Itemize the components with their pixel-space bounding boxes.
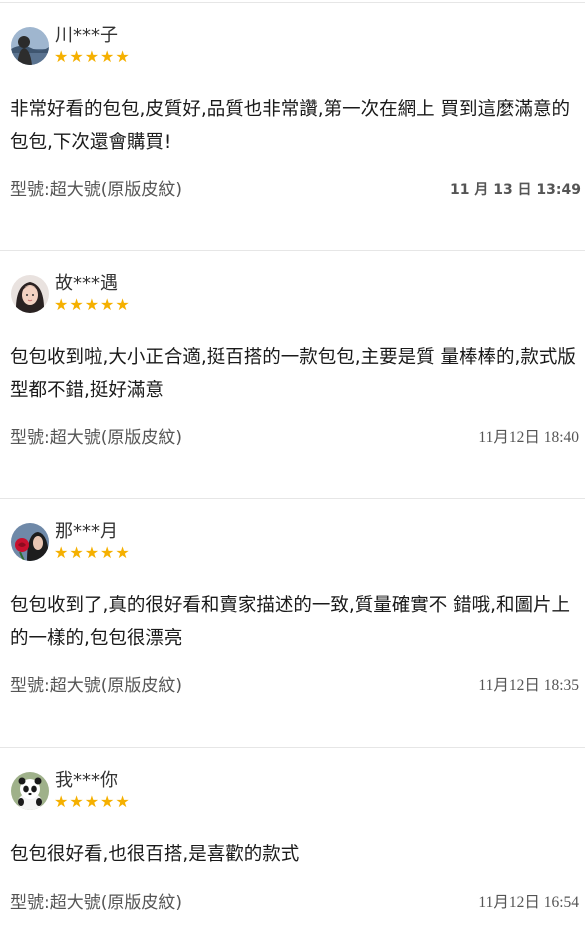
- review-list: 川***子 ★★★★★ 非常好看的包包,皮質好,品質也非常讚,第一次在網上 買到…: [0, 0, 585, 949]
- avatar-girl-portrait-icon: [11, 275, 49, 313]
- user-avatar[interactable]: [11, 772, 49, 810]
- review-content: 包包收到啦,大小正合適,挺百搭的一款包包,主要是質 量棒棒的,款式版型都不錯,挺…: [10, 347, 576, 401]
- review-item: 那***月 ★★★★★ 包包收到了,真的很好看和賣家描述的一致,質量確實不 錯哦…: [0, 498, 585, 747]
- review-content: 包包很好看,也很百搭,是喜歡的款式: [10, 844, 300, 865]
- avatar-woman-lake-icon: [11, 27, 49, 65]
- review-date: 11月12日 18:35: [478, 677, 579, 694]
- review-item: 川***子 ★★★★★ 非常好看的包包,皮質好,品質也非常讚,第一次在網上 買到…: [0, 2, 585, 250]
- username: 故***遇: [55, 273, 118, 294]
- user-avatar[interactable]: [11, 27, 49, 65]
- username: 那***月: [55, 521, 118, 542]
- user-avatar[interactable]: [11, 523, 49, 561]
- review-content: 包包收到了,真的很好看和賣家描述的一致,質量確實不 錯哦,和圖片上的一樣的,包包…: [10, 595, 571, 649]
- review-content: 非常好看的包包,皮質好,品質也非常讚,第一次在網上 買到這麼滿意的包包,下次還會…: [10, 99, 571, 153]
- rating-stars: ★★★★★: [54, 792, 131, 811]
- review-date: 11 月 13 日 13:49: [449, 182, 581, 198]
- rating-stars: ★★★★★: [54, 47, 131, 66]
- review-date: 11月12日 16:54: [478, 894, 579, 911]
- rating-stars: ★★★★★: [54, 295, 131, 314]
- avatar-panda-icon: [11, 772, 49, 810]
- avatar-woman-rose-icon: [11, 523, 49, 561]
- product-model: 型號:超大號(原版皮紋): [10, 428, 182, 448]
- username: 川***子: [55, 25, 118, 46]
- product-model: 型號:超大號(原版皮紋): [10, 180, 182, 200]
- review-item: 我***你 ★★★★★ 包包很好看,也很百搭,是喜歡的款式 型號:超大號(原版皮…: [0, 747, 585, 949]
- review-item: 故***遇 ★★★★★ 包包收到啦,大小正合適,挺百搭的一款包包,主要是質 量棒…: [0, 250, 585, 498]
- product-model: 型號:超大號(原版皮紋): [10, 893, 182, 913]
- user-avatar[interactable]: [11, 275, 49, 313]
- rating-stars: ★★★★★: [54, 543, 131, 562]
- review-date: 11月12日 18:40: [478, 429, 579, 446]
- product-model: 型號:超大號(原版皮紋): [10, 676, 182, 696]
- username: 我***你: [55, 770, 118, 791]
